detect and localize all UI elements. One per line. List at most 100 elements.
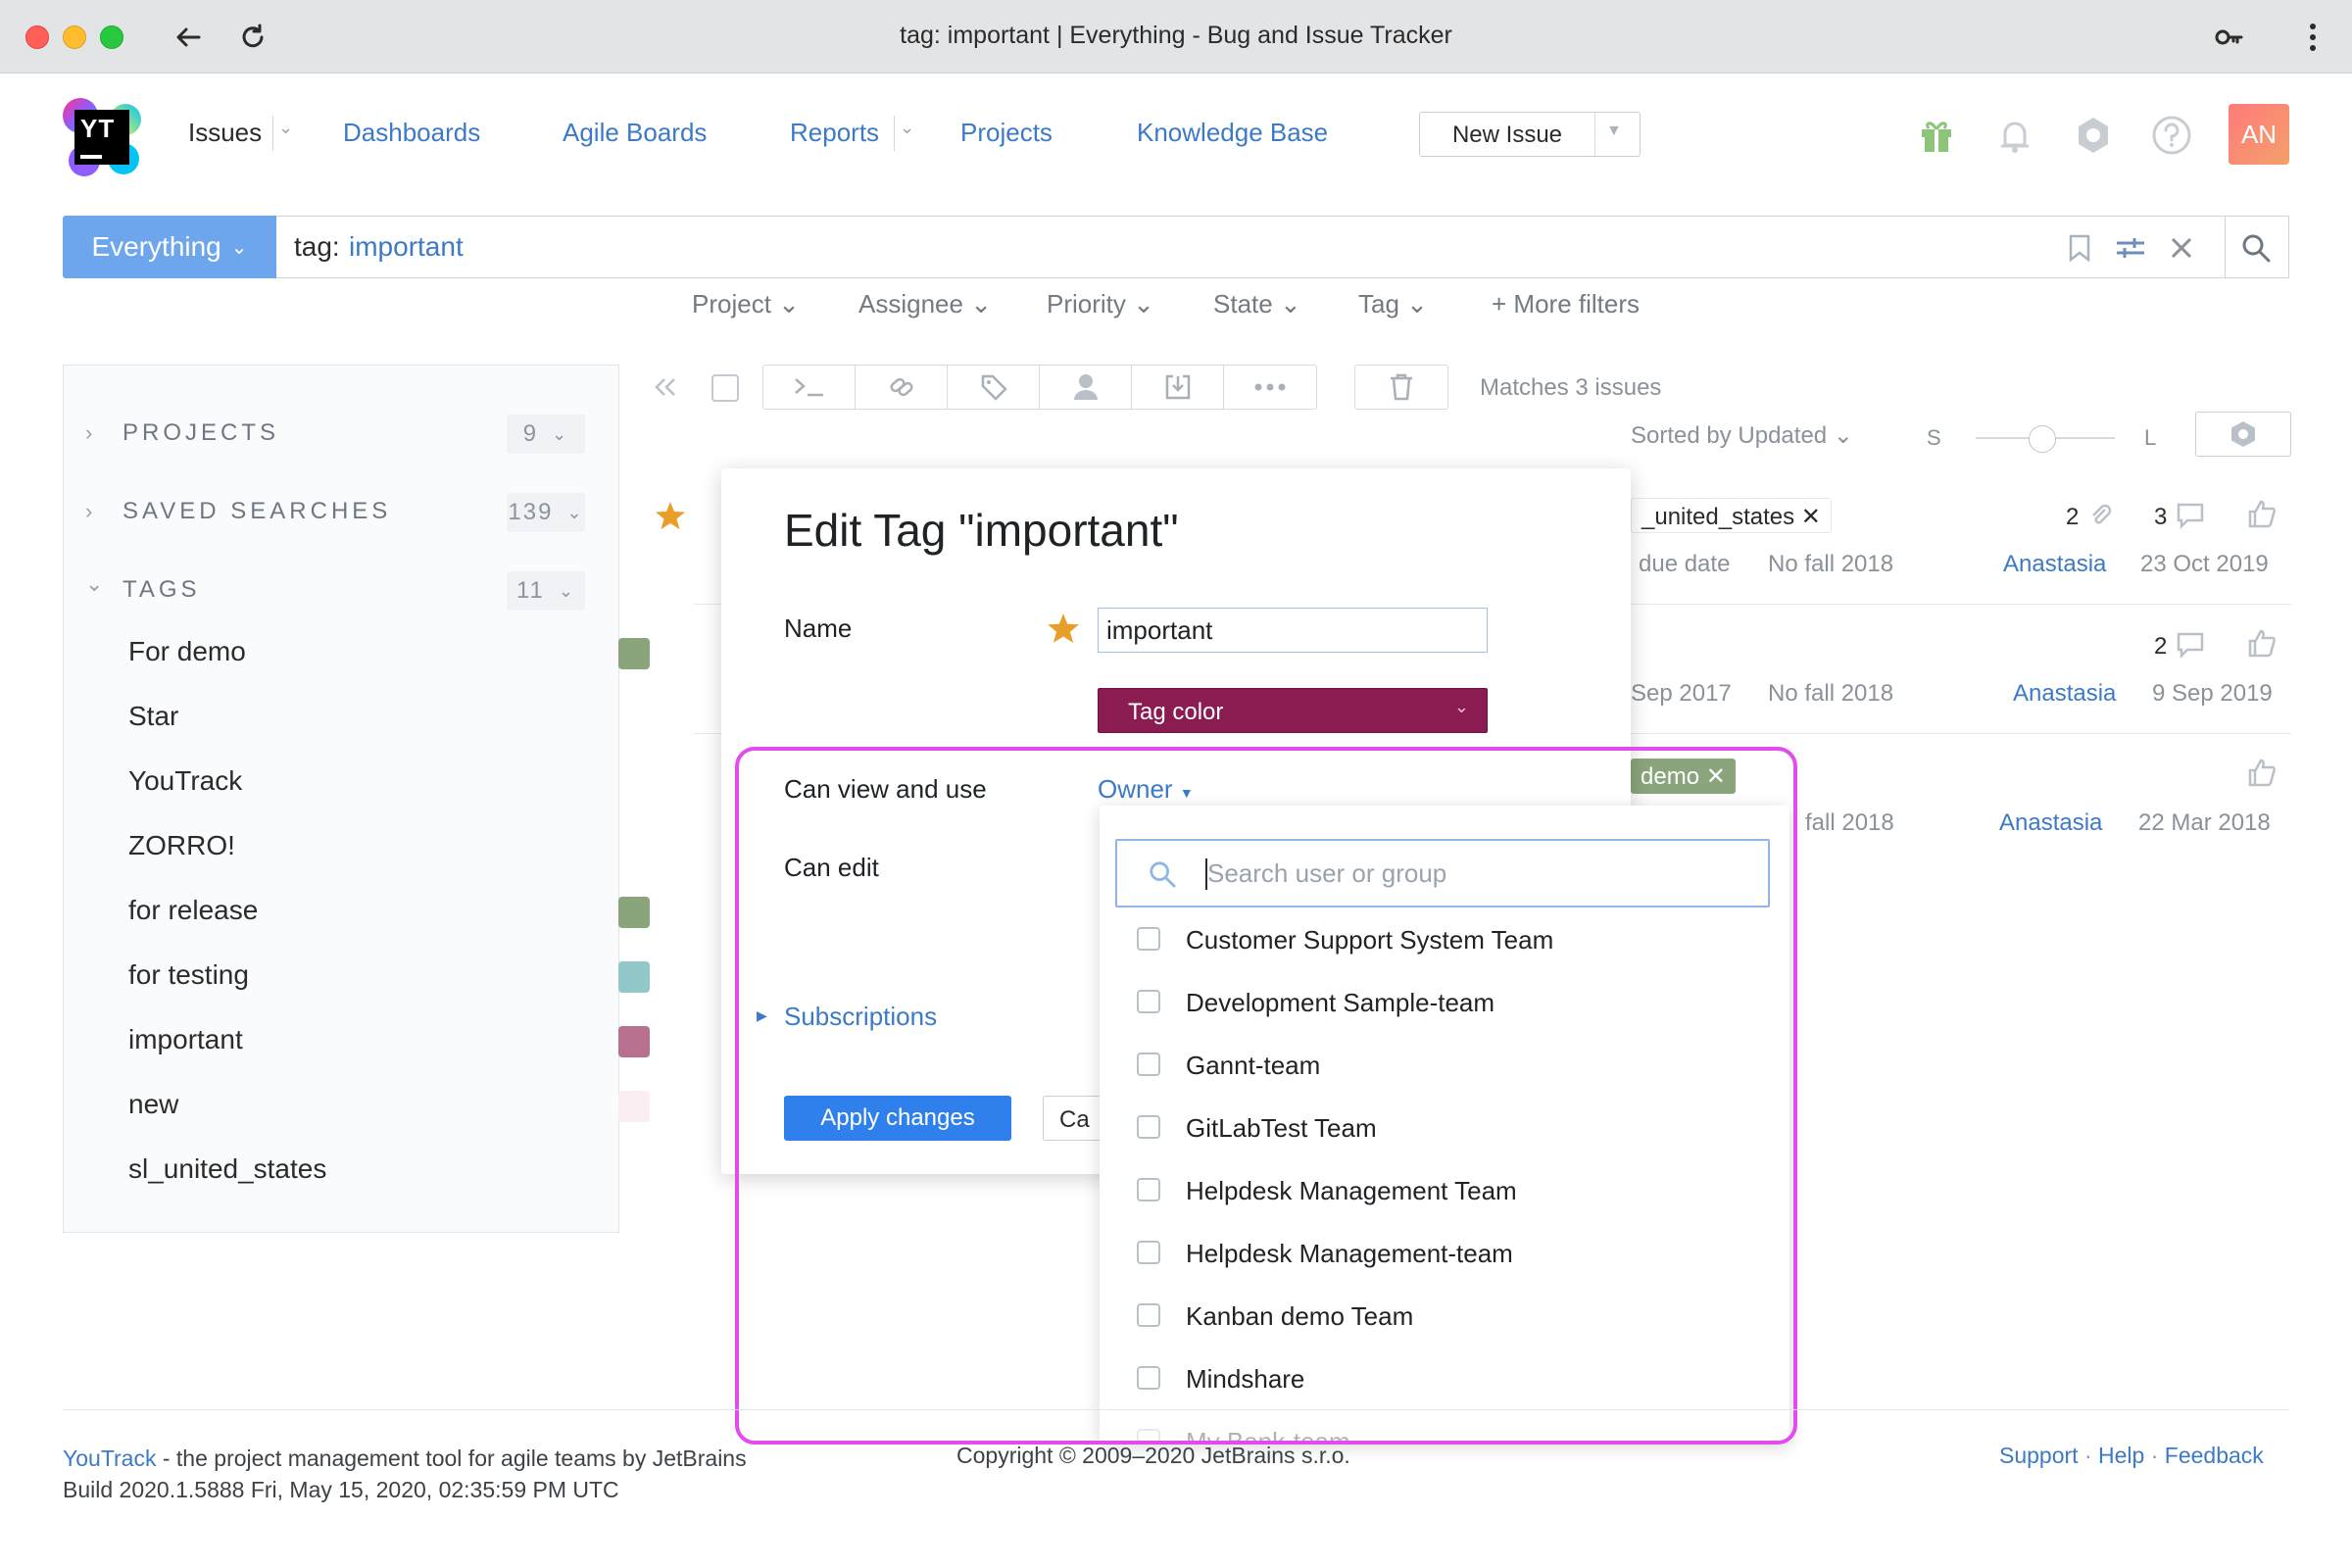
search-icon[interactable] xyxy=(2238,230,2274,266)
select-all-checkbox[interactable] xyxy=(711,374,739,402)
issue-tag-chip[interactable]: _united_states ✕ xyxy=(1631,498,1832,533)
issue-assignee[interactable]: Anastasia xyxy=(2003,551,2106,578)
nav-dashboards[interactable]: Dashboards xyxy=(343,118,480,148)
help-icon[interactable] xyxy=(2148,112,2195,159)
youtrack-logo[interactable]: YT xyxy=(61,96,143,178)
clear-search-icon[interactable] xyxy=(2164,230,2199,266)
filter-priority[interactable]: Priority ⌄ xyxy=(1047,289,1154,319)
remove-tag-icon[interactable]: ✕ xyxy=(1706,763,1726,790)
save-search-bookmark-icon[interactable] xyxy=(2062,230,2097,266)
query-assist-icon[interactable] xyxy=(2113,230,2148,266)
vote-thumbs-up-icon[interactable] xyxy=(2246,627,2278,663)
issue-tag-chip[interactable]: demo ✕ xyxy=(1631,759,1736,794)
search-query-input[interactable]: tag: important xyxy=(276,216,2289,278)
size-slider-handle[interactable] xyxy=(2029,425,2056,453)
group-option[interactable]: Development Sample-team xyxy=(1137,980,1764,1023)
issue-assignee[interactable]: Anastasia xyxy=(2013,680,2116,708)
settings-gear-icon[interactable] xyxy=(2070,112,2117,159)
search-context-button[interactable]: Everything ⌄ xyxy=(63,216,276,278)
sidebar-section-saved-searches[interactable]: › SAVED SEARCHES 139 ⌄ xyxy=(64,493,618,532)
nav-agile-boards[interactable]: Agile Boards xyxy=(563,118,707,148)
sidebar-section-tags[interactable]: ⌄ TAGS 11 ⌄ xyxy=(64,571,618,611)
nav-issues[interactable]: Issues xyxy=(188,118,262,148)
subscriptions-toggle[interactable]: Subscriptions xyxy=(784,1002,937,1032)
sidebar-tag-zorro[interactable]: ZORRO! xyxy=(128,826,599,865)
sidebar-tag-sl-united-states[interactable]: sl_united_states xyxy=(128,1150,599,1189)
filter-project[interactable]: Project ⌄ xyxy=(692,289,800,319)
issue-assignee[interactable]: Anastasia xyxy=(1999,809,2102,837)
group-option[interactable]: Kanban demo Team xyxy=(1137,1294,1764,1337)
group-option[interactable]: Helpdesk Management Team xyxy=(1137,1168,1764,1211)
group-option[interactable]: Customer Support System Team xyxy=(1137,917,1764,960)
user-group-search-input[interactable]: Search user or group xyxy=(1115,839,1770,907)
group-option[interactable]: GitLabTest Team xyxy=(1137,1105,1764,1149)
group-checkbox[interactable] xyxy=(1137,1241,1160,1264)
trash-icon[interactable] xyxy=(1355,366,1447,409)
more-actions-icon[interactable] xyxy=(1224,366,1316,409)
remove-tag-icon[interactable]: ✕ xyxy=(1801,504,1821,530)
help-link[interactable]: Help xyxy=(2098,1443,2144,1468)
new-issue-dropdown-icon[interactable]: ▼ xyxy=(1606,122,1622,140)
sidebar-tag-for-demo[interactable]: For demo xyxy=(128,632,650,671)
group-checkbox[interactable] xyxy=(1137,1178,1160,1201)
group-option[interactable]: Gannt-team xyxy=(1137,1043,1764,1086)
support-link[interactable]: Support xyxy=(1999,1443,2079,1468)
feedback-link[interactable]: Feedback xyxy=(2165,1443,2264,1468)
nav-knowledge-base[interactable]: Knowledge Base xyxy=(1137,118,1328,148)
issues-dropdown-caret[interactable]: ⌄ xyxy=(278,118,293,138)
apply-changes-button[interactable]: Apply changes xyxy=(784,1096,1011,1141)
filter-state[interactable]: State ⌄ xyxy=(1213,289,1301,319)
group-option[interactable]: Helpdesk Management-team xyxy=(1137,1231,1764,1274)
tag-color-swatch xyxy=(618,1091,650,1122)
sidebar-tag-important[interactable]: important xyxy=(128,1020,650,1059)
group-option[interactable]: My Bank-team xyxy=(1137,1419,1764,1443)
star-icon[interactable] xyxy=(1047,612,1080,650)
nav-projects[interactable]: Projects xyxy=(960,118,1053,148)
youtrack-link[interactable]: YouTrack xyxy=(63,1446,156,1471)
more-filters-button[interactable]: + More filters xyxy=(1492,289,1640,319)
nav-reports[interactable]: Reports xyxy=(790,118,879,148)
saved-searches-count[interactable]: 139 ⌄ xyxy=(507,493,585,532)
sidebar-tag-for-release[interactable]: for release xyxy=(128,891,650,930)
key-icon[interactable] xyxy=(2209,18,2248,57)
assignee-icon[interactable] xyxy=(1040,366,1132,409)
tag-color-dropdown[interactable]: Tag color ⌄ xyxy=(1098,688,1488,733)
user-avatar[interactable]: AN xyxy=(2229,104,2289,165)
filter-assignee[interactable]: Assignee ⌄ xyxy=(858,289,992,319)
group-checkbox[interactable] xyxy=(1137,927,1160,951)
link-icon[interactable] xyxy=(856,366,948,409)
sidebar-section-projects[interactable]: › PROJECTS 9 ⌄ xyxy=(64,415,618,454)
group-option[interactable]: Mindshare xyxy=(1137,1356,1764,1399)
sidebar-tag-new[interactable]: new xyxy=(128,1085,650,1124)
notifications-bell-icon[interactable] xyxy=(1991,112,2038,159)
sort-selector[interactable]: Sorted by Updated ⌄ xyxy=(1631,421,1853,450)
gift-icon[interactable] xyxy=(1913,112,1960,159)
group-checkbox[interactable] xyxy=(1137,1429,1160,1443)
command-icon[interactable] xyxy=(763,366,856,409)
tag-icon[interactable] xyxy=(948,366,1040,409)
can-view-owner-selector[interactable]: Owner ▼ xyxy=(1098,774,1194,805)
group-checkbox[interactable] xyxy=(1137,990,1160,1013)
sidebar-tag-youtrack[interactable]: YouTrack xyxy=(128,761,599,801)
tag-name-input[interactable] xyxy=(1098,608,1488,653)
projects-count[interactable]: 9 ⌄ xyxy=(507,415,585,454)
sidebar-tag-star[interactable]: Star xyxy=(128,697,599,736)
group-checkbox[interactable] xyxy=(1137,1053,1160,1076)
star-icon[interactable] xyxy=(655,500,686,536)
group-checkbox[interactable] xyxy=(1137,1366,1160,1390)
group-checkbox[interactable] xyxy=(1137,1303,1160,1327)
move-issue-icon[interactable] xyxy=(1132,366,1224,409)
vote-thumbs-up-icon[interactable] xyxy=(2246,757,2278,793)
new-issue-button[interactable]: New Issue ▼ xyxy=(1419,112,1641,157)
filter-tag[interactable]: Tag ⌄ xyxy=(1358,289,1428,319)
reports-dropdown-caret[interactable]: ⌄ xyxy=(900,118,914,138)
browser-menu-icon[interactable] xyxy=(2293,18,2332,57)
sidebar-tag-for-testing[interactable]: for testing xyxy=(128,956,650,995)
view-settings-button[interactable] xyxy=(2195,412,2291,457)
vote-thumbs-up-icon[interactable] xyxy=(2246,498,2278,534)
tags-count[interactable]: 11 ⌄ xyxy=(507,571,585,611)
cancel-button[interactable]: Ca xyxy=(1043,1096,1102,1141)
collapse-sidebar-icon[interactable] xyxy=(651,372,680,407)
group-checkbox[interactable] xyxy=(1137,1115,1160,1139)
size-small-label: S xyxy=(1927,425,1941,450)
